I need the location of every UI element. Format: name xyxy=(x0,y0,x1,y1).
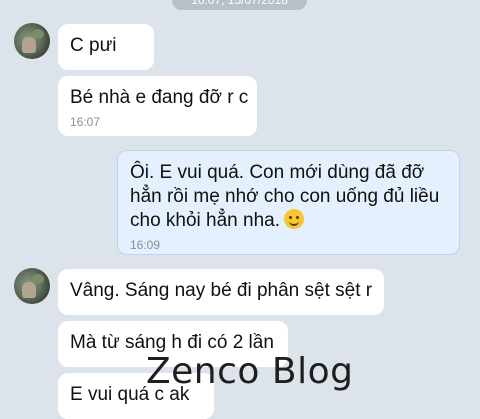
message-text: Bé nhà e đang đỡ r c xyxy=(70,87,249,108)
message-bubble-incoming[interactable]: Vâng. Sáng nay bé đi phân sệt sệt r xyxy=(58,269,384,315)
date-separator: 16:07, 15/07/2018 xyxy=(172,0,307,10)
message-text: C pưi xyxy=(70,35,117,56)
smiling-face-emoji-icon xyxy=(284,209,305,229)
message-time: 16:09 xyxy=(130,238,161,252)
message-bubble-incoming[interactable]: C pưi xyxy=(58,24,154,70)
message-bubble-outgoing[interactable]: Ôi. E vui quá. Con mới dùng đã đỡ hẳn rồ… xyxy=(117,150,460,255)
message-text: Vâng. Sáng nay bé đi phân sệt sệt r xyxy=(70,280,373,301)
watermark: Zenco Blog xyxy=(146,351,354,392)
contact-avatar[interactable] xyxy=(14,23,50,59)
message-time: 16:07 xyxy=(70,115,101,129)
contact-avatar[interactable] xyxy=(14,268,50,304)
message-bubble-incoming[interactable]: Bé nhà e đang đỡ r c 16:07 xyxy=(58,76,257,136)
